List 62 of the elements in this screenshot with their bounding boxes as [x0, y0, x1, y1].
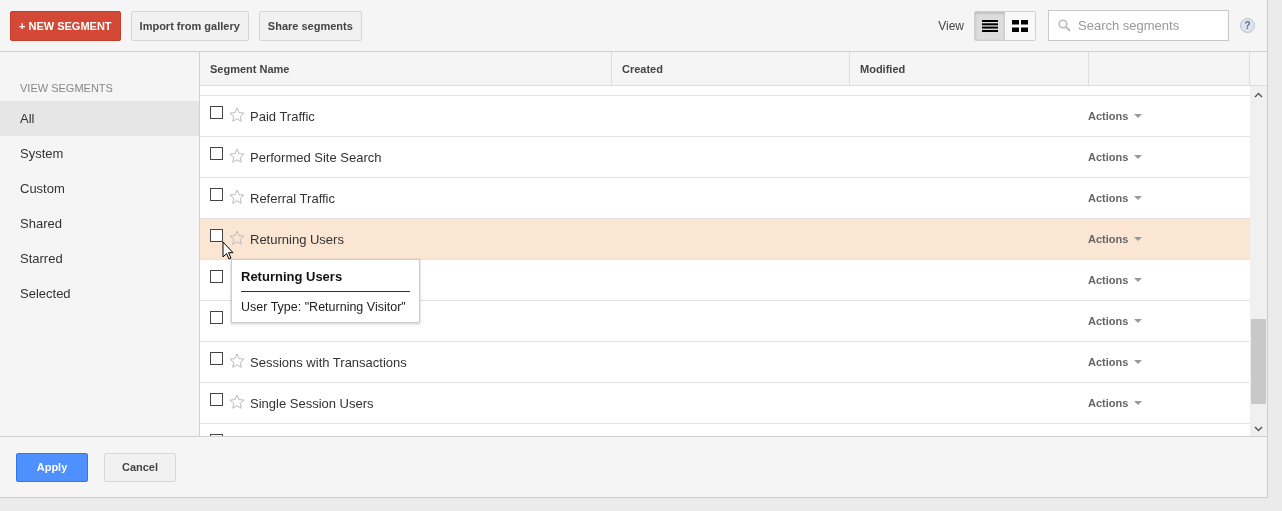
sidebar-heading: VIEW SEGMENTS — [19, 82, 114, 96]
sidebar-item[interactable]: All — [0, 101, 199, 136]
scrollbar-thumb[interactable] — [1251, 319, 1266, 404]
actions-dropdown[interactable]: Actions — [1088, 397, 1143, 409]
actions-dropdown[interactable]: Actions — [1088, 192, 1143, 204]
list-icon — [982, 19, 998, 32]
segment-name[interactable]: Returning Users — [250, 231, 344, 247]
sidebar-item[interactable]: Custom — [0, 171, 199, 206]
actions-dropdown[interactable]: Actions — [1088, 356, 1143, 368]
search-field[interactable]: Search segments — [1048, 10, 1229, 41]
help-icon[interactable]: ? — [1240, 18, 1255, 33]
segment-name[interactable]: Performed Site Search — [250, 149, 382, 165]
caret-icon — [1134, 155, 1143, 159]
segment-name[interactable]: Referral Traffic — [250, 190, 335, 206]
star-icon[interactable] — [229, 230, 245, 246]
star-icon[interactable] — [229, 189, 245, 205]
segment-name[interactable]: Sessions with Transactions — [250, 354, 407, 370]
actions-dropdown[interactable]: Actions — [1088, 151, 1143, 163]
checkbox[interactable] — [210, 392, 223, 406]
star-icon[interactable] — [229, 148, 245, 164]
star-icon[interactable] — [229, 394, 245, 410]
checkbox[interactable] — [210, 351, 223, 365]
column-header[interactable]: Modified — [850, 52, 1089, 85]
column-header[interactable]: Created — [612, 52, 850, 85]
sidebar-item[interactable]: Shared — [0, 206, 199, 241]
checkbox[interactable] — [210, 146, 223, 160]
tooltip-text: User Type: "Returning Visitor" — [241, 300, 407, 314]
checkbox[interactable] — [210, 228, 223, 242]
view-label: View — [938, 18, 964, 33]
caret-icon — [1134, 114, 1143, 118]
star-icon[interactable] — [229, 107, 245, 123]
actions-dropdown[interactable]: Actions — [1088, 110, 1143, 122]
scroll-up-icon[interactable] — [1254, 92, 1263, 98]
actions-dropdown[interactable]: Actions — [1088, 315, 1143, 327]
caret-icon — [1134, 237, 1143, 241]
new-segment-button[interactable]: + NEW SEGMENT — [10, 10, 121, 41]
sidebar-item[interactable]: Selected — [0, 276, 199, 311]
star-icon[interactable] — [229, 353, 245, 369]
column-header[interactable]: Segment Name — [200, 52, 612, 85]
scrollbar[interactable] — [1250, 86, 1267, 436]
sidebar-item[interactable]: System — [0, 136, 199, 171]
caret-icon — [1134, 319, 1143, 323]
caret-icon — [1134, 401, 1143, 405]
segment-name[interactable]: Single Session Users — [250, 395, 374, 411]
segment-name[interactable]: Paid Traffic — [250, 108, 315, 124]
sidebar-item[interactable]: Starred — [0, 241, 199, 276]
grid-icon — [1012, 19, 1028, 32]
checkbox[interactable] — [210, 105, 223, 119]
toolbar-button[interactable]: Share segments — [258, 10, 362, 41]
caret-icon — [1134, 360, 1143, 364]
cancel-button[interactable]: Cancel — [104, 452, 176, 482]
caret-icon — [1134, 278, 1143, 282]
checkbox[interactable] — [210, 310, 223, 324]
checkbox[interactable] — [210, 269, 223, 283]
checkbox[interactable] — [210, 187, 223, 201]
list-view-button[interactable] — [975, 11, 1005, 40]
tooltip-title: Returning Users — [241, 269, 410, 292]
caret-icon — [1134, 196, 1143, 200]
actions-dropdown[interactable]: Actions — [1088, 274, 1143, 286]
scroll-down-icon[interactable] — [1254, 426, 1263, 432]
actions-dropdown[interactable]: Actions — [1088, 233, 1143, 245]
toolbar-button[interactable]: Import from gallery — [130, 10, 249, 41]
